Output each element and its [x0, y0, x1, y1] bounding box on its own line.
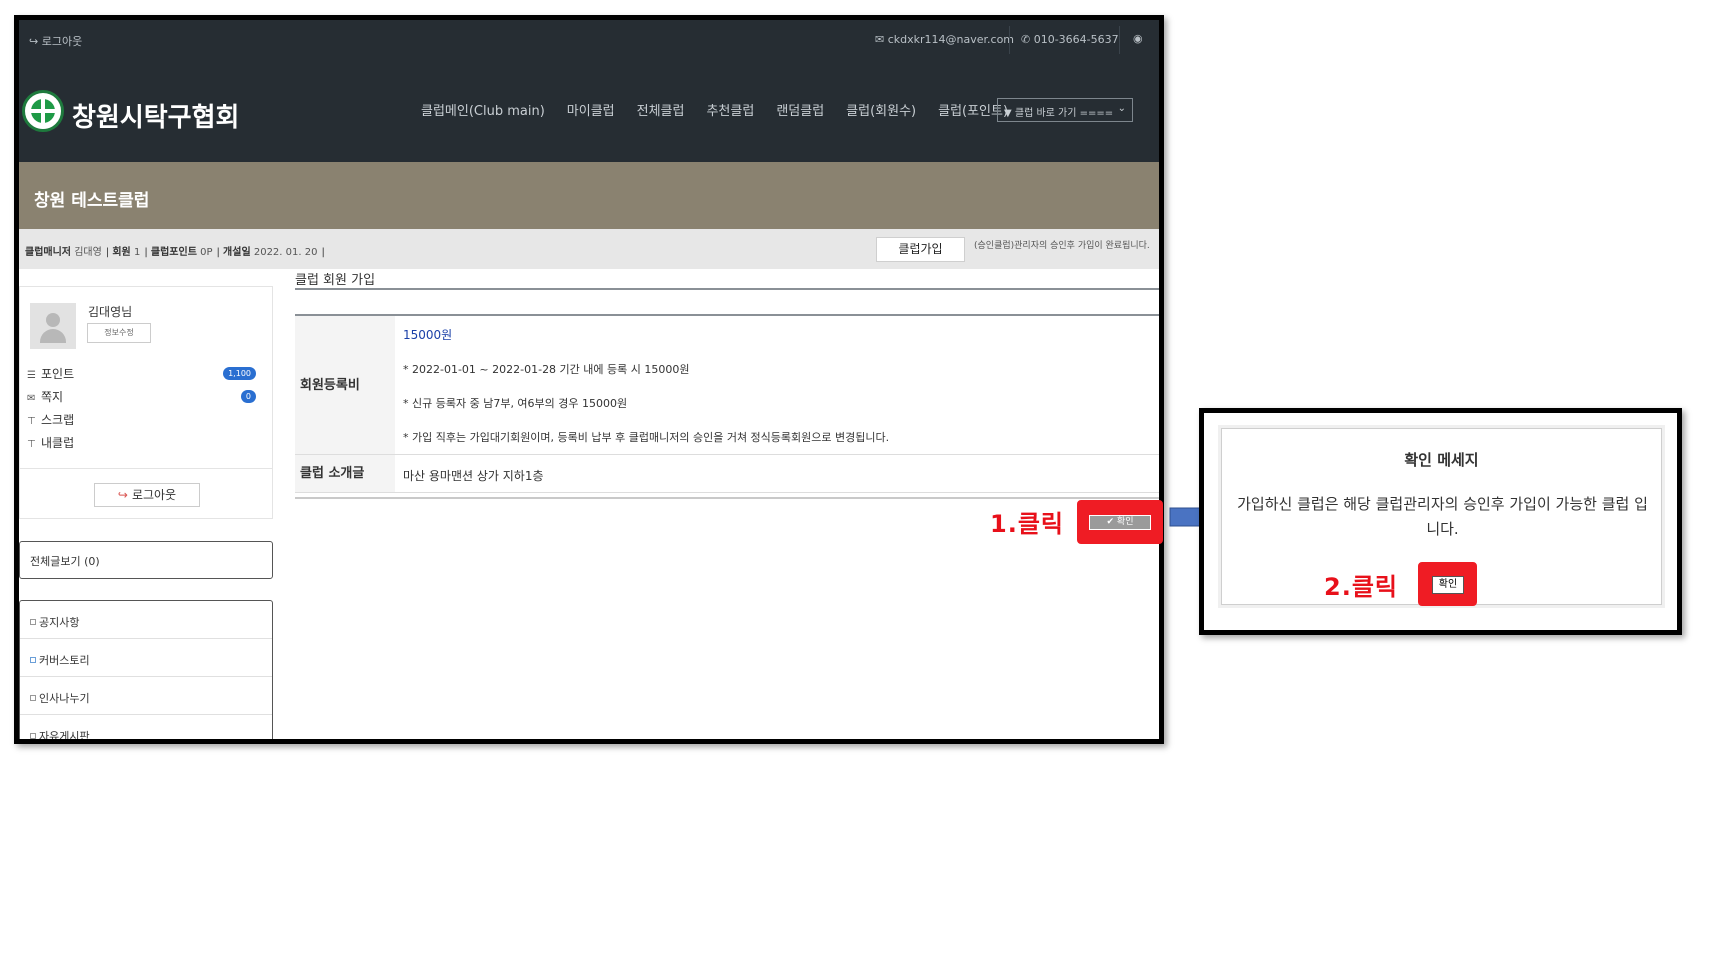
club-name: 창원 테스트클럽 — [34, 191, 150, 211]
fee-label: 회원등록비 — [295, 316, 395, 454]
dialog-ok-button[interactable]: 확인 — [1432, 576, 1464, 594]
table-row: 클럽 소개글 마산 용마맨션 상가 지하1층 — [295, 455, 1159, 493]
messages-badge: 0 — [240, 390, 256, 403]
board-item-greetings[interactable]: 인사나누기 — [20, 677, 272, 715]
top-bar: ↪ 로그아웃 ✉ ckdxkr114@naver.com ✆ 010-3664-… — [19, 20, 1159, 60]
step2-annotation: 2.클릭 — [1324, 573, 1398, 601]
step1-annotation: 1.클릭 — [990, 510, 1064, 538]
divider — [295, 288, 1159, 290]
join-note: (승인클럽)관리자의 승인후 가입이 완료됩니다. — [974, 241, 1150, 251]
screenshot-frame: ↪ 로그아웃 ✉ ckdxkr114@naver.com ✆ 010-3664-… — [14, 15, 1164, 744]
envelope-icon: ✉ — [875, 33, 885, 46]
square-icon — [30, 695, 36, 701]
discord-icon[interactable]: ◉ — [1133, 32, 1143, 45]
club-quick-select[interactable]: ▼ 클럽 바로 가기 ==== ⌄ — [997, 98, 1133, 122]
pin-icon: ⊤ — [27, 439, 36, 450]
nav-club-main[interactable]: 클럽메인(Club main) — [421, 104, 545, 119]
fee-line: * 2022-01-01 ~ 2022-01-28 기간 내에 등록 시 150… — [403, 363, 690, 376]
points-badge: 1,100 — [223, 367, 256, 380]
user-name: 김대영님 — [88, 305, 133, 319]
site-header: 창원시탁구협회 클럽메인(Club main) 마이클럽 전체클럽 추천클럽 랜덤클럽 클… — [19, 60, 1159, 162]
profile-card: 김대영님 정보수정 ☰ 포인트 1,100 ✉ 쪽지 0 ⊤ 스크랩 ⊤ 내클럽 ↪ 로그… — [19, 286, 273, 519]
avatar — [30, 303, 76, 349]
all-posts-link[interactable]: 전체글보기 (0) — [19, 541, 273, 579]
stat-scrap[interactable]: ⊤ 스크랩 — [27, 411, 74, 428]
nav-all-clubs[interactable]: 전체클럽 — [637, 104, 685, 119]
logout-button[interactable]: ↪ 로그아웃 — [94, 483, 200, 507]
divider — [1119, 26, 1120, 54]
stat-my-club[interactable]: ⊤ 내클럽 — [27, 434, 74, 451]
top-logout-link[interactable]: ↪ 로그아웃 — [29, 33, 82, 49]
confirm-button[interactable]: ✔ 확인 — [1089, 515, 1151, 530]
step2-highlight: 확인 — [1418, 562, 1477, 606]
nav-clubs-by-members[interactable]: 클럽(회원수) — [846, 104, 916, 119]
main-nav: 클럽메인(Club main) 마이클럽 전체클럽 추천클럽 랜덤클럽 클럽(회원수) 클럽… — [421, 100, 1030, 119]
fee-amount: 15000원 — [403, 328, 453, 342]
sign-out-icon: ↪ — [117, 488, 128, 502]
club-meta: 클럽매니저 김대영 | 회원 1 | 클럽포인트 0P | 개설일 2022. 01.… — [25, 247, 325, 258]
association-logo-icon[interactable] — [22, 90, 64, 132]
stat-points[interactable]: ☰ 포인트 — [27, 365, 74, 382]
page-title: 클럽 회원 가입 — [295, 273, 376, 288]
join-club-button[interactable]: 클럽가입 — [876, 237, 965, 262]
square-icon — [30, 657, 36, 663]
database-icon: ☰ — [27, 370, 36, 381]
divider — [1009, 26, 1010, 54]
nav-my-club[interactable]: 마이클럽 — [567, 104, 615, 119]
board-item-free[interactable]: 자유게시판 — [20, 715, 272, 739]
pin-icon: ⊤ — [27, 416, 36, 427]
stat-messages[interactable]: ✉ 쪽지 — [27, 388, 63, 405]
fee-line: * 가입 직후는 가입대기회원이며, 등록비 납부 후 클럽매니저의 승인을 거… — [403, 431, 890, 444]
envelope-icon: ✉ — [27, 393, 36, 404]
site-title[interactable]: 창원시탁구협회 — [72, 97, 239, 134]
club-info-bar: 클럽매니저 김대영 | 회원 1 | 클럽포인트 0P | 개설일 2022. 01.… — [19, 229, 1159, 269]
dialog-message: 가입하신 클럽은 해당 클럽관리자의 승인후 가입이 가능한 클럽 입니다. — [1237, 495, 1648, 538]
intro-value: 마산 용마맨션 상가 지하1층 — [403, 469, 544, 483]
contact-email[interactable]: ✉ ckdxkr114@naver.com — [875, 33, 1014, 46]
contact-phone[interactable]: ✆ 010-3664-5637 — [1021, 33, 1119, 46]
dialog-title: 확인 메세지 — [1404, 451, 1479, 469]
square-icon — [30, 733, 36, 739]
board-item-cover-story[interactable]: 커버스토리 — [20, 639, 272, 677]
fee-line: * 신규 등록자 중 남7부, 여6부의 경우 15000원 — [403, 397, 628, 410]
square-icon — [30, 619, 36, 625]
divider — [20, 468, 272, 469]
table-row: 회원등록비 15000원 * 2022-01-01 ~ 2022-01-28 기… — [295, 316, 1159, 455]
step1-highlight: ✔ 확인 — [1077, 500, 1163, 544]
chevron-down-icon: ⌄ — [1117, 103, 1126, 114]
intro-label: 클럽 소개글 — [295, 455, 395, 492]
board-item-notice[interactable]: 공지사항 — [20, 601, 272, 639]
board-list: 공지사항 커버스토리 인사나누기 자유게시판 — [19, 600, 273, 739]
phone-icon: ✆ — [1021, 33, 1031, 46]
nav-recommended-clubs[interactable]: 추천클럽 — [706, 104, 754, 119]
edit-profile-button[interactable]: 정보수정 — [87, 323, 151, 343]
club-banner: 창원 테스트클럽 — [19, 162, 1159, 229]
sign-out-icon: ↪ — [29, 35, 39, 48]
nav-random-clubs[interactable]: 랜덤클럽 — [776, 104, 824, 119]
